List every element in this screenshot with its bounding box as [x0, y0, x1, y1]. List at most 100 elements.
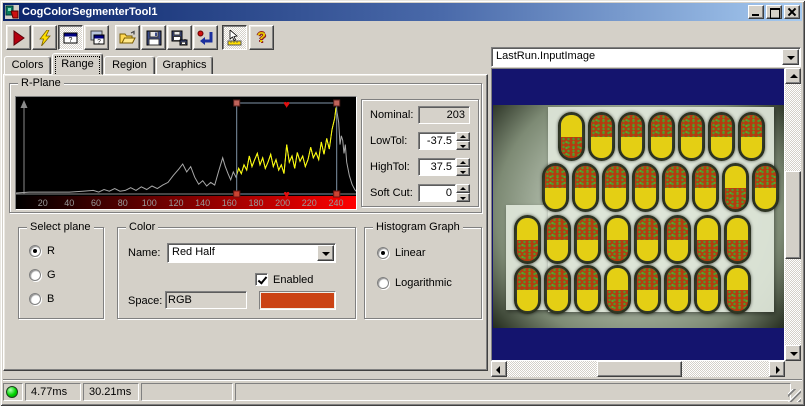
trigger-lightning-icon: [38, 29, 51, 46]
close-button[interactable]: [784, 5, 800, 19]
pill-pocket: [752, 163, 779, 212]
softcut-input[interactable]: 0: [418, 184, 456, 202]
capsule-half: [591, 115, 612, 137]
radio-linear[interactable]: [377, 247, 389, 259]
hightol-spin-down[interactable]: [456, 167, 470, 176]
hightol-input[interactable]: 37.5: [418, 158, 456, 176]
chevron-down-icon[interactable]: [782, 49, 799, 65]
save-as-button[interactable]: [167, 25, 192, 50]
arrow-down-icon: [790, 352, 798, 356]
tab-range[interactable]: Range: [52, 53, 103, 75]
radio-plane-g[interactable]: [29, 269, 41, 281]
run-button[interactable]: [6, 25, 31, 50]
scroll-left-button[interactable]: [491, 361, 507, 377]
scroll-up-button[interactable]: [785, 68, 801, 84]
window-title: CogColorSegmenterTool1: [22, 6, 158, 18]
revert-button[interactable]: [193, 25, 218, 50]
status-led: [6, 386, 18, 398]
save-as-icon: [171, 30, 188, 45]
range-tab-page: R-Plane 20 40 60 80 100 120 140 160 180 200 220 240…: [3, 74, 488, 371]
capsule: [591, 115, 612, 158]
pill-pocket: [618, 112, 645, 161]
nominal-label: Nominal:: [370, 109, 414, 121]
capsule-half: [547, 218, 568, 240]
capsule: [547, 218, 568, 261]
minimize-button[interactable]: [748, 5, 764, 19]
chevron-down-icon[interactable]: [317, 245, 334, 261]
save-button[interactable]: [141, 25, 166, 50]
lowtol-spin-up[interactable]: [456, 132, 470, 141]
tab-region[interactable]: Region: [104, 56, 155, 75]
capsule-half: [577, 239, 598, 261]
capsule-half: [665, 166, 686, 188]
tab-graphics[interactable]: Graphics: [156, 56, 213, 75]
hightol-spin-up[interactable]: [456, 158, 470, 167]
capsule-half: [635, 166, 656, 188]
vertical-scrollbar[interactable]: [785, 68, 801, 361]
tab-colors[interactable]: Colors: [4, 56, 51, 75]
capsule-half: [697, 239, 718, 261]
softcut-spin-up[interactable]: [456, 184, 470, 193]
tab-label: Graphics: [162, 59, 207, 71]
capsule-half: [607, 218, 628, 240]
horizontal-scrollbar[interactable]: [491, 361, 785, 377]
help-button[interactable]: ?: [249, 25, 274, 50]
lowtol-row: LowTol: -37.5: [362, 132, 478, 152]
scrollbar-corner: [785, 361, 801, 377]
capsule: [665, 166, 686, 209]
open-file-button[interactable]: [115, 25, 140, 50]
capsule-half: [517, 289, 538, 311]
pill-pocket: [664, 265, 691, 314]
maximize-button[interactable]: [766, 5, 782, 19]
electrode-window-icon: ?: [63, 32, 77, 44]
floating-window-button[interactable]: ?: [84, 25, 109, 50]
rplane-group: R-Plane 20 40 60 80 100 120 140 160 180 200 220 240…: [9, 77, 482, 213]
nominal-value: 203: [418, 106, 470, 124]
histogram-canvas[interactable]: 20 40 60 80 100 120 140 160 180 200 220 240♥♥: [15, 97, 357, 209]
lowtol-input[interactable]: -37.5: [418, 132, 456, 150]
resize-grip[interactable]: [788, 389, 801, 402]
pill-pocket: [724, 265, 751, 314]
status-panel-3: [141, 383, 233, 401]
capsule-half: [561, 136, 582, 158]
radio-plane-r[interactable]: [29, 245, 41, 257]
enabled-checkbox[interactable]: [255, 273, 268, 286]
status-led-panel: [3, 383, 23, 401]
capsule: [697, 218, 718, 261]
capsule-half: [711, 115, 732, 137]
radio-logarithmic[interactable]: [377, 277, 389, 289]
select-plane-title: Select plane: [27, 221, 94, 233]
capsule-half: [695, 187, 716, 209]
pill-pocket: [574, 265, 601, 314]
horizontal-scroll-thumb[interactable]: [597, 361, 682, 377]
status-panel-4: [235, 383, 791, 401]
capsule-half: [697, 218, 718, 240]
pill-pocket: [694, 215, 721, 264]
vertical-scroll-thumb[interactable]: [785, 171, 801, 259]
image-source-combobox[interactable]: LastRun.InputImage: [491, 47, 801, 67]
svg-text:140: 140: [195, 198, 210, 208]
softcut-spin-down[interactable]: [456, 193, 470, 202]
histogram-display[interactable]: 20 40 60 80 100 120 140 160 180 200 220 240 ♥ ♥: [15, 96, 357, 210]
scroll-right-button[interactable]: [769, 361, 785, 377]
pointer-tool-button[interactable]: [222, 25, 247, 50]
radio-plane-b[interactable]: [29, 293, 41, 305]
scroll-down-button[interactable]: [785, 345, 801, 361]
capsule: [755, 166, 776, 209]
color-name-combobox[interactable]: Red Half: [167, 243, 336, 263]
capsule-half: [545, 166, 566, 188]
trigger-button[interactable]: [32, 25, 57, 50]
capsule-half: [607, 289, 628, 311]
lowtol-spin-down[interactable]: [456, 141, 470, 150]
color-swatch[interactable]: [259, 291, 336, 310]
pill-pocket: [678, 112, 705, 161]
title-bar[interactable]: CogColorSegmenterTool1: [3, 3, 802, 21]
pill-pocket: [662, 163, 689, 212]
radio-plane-b-label: B: [47, 293, 55, 305]
capsule: [517, 268, 538, 311]
image-viewport[interactable]: [491, 68, 785, 361]
capsule-half: [607, 239, 628, 261]
electrode-window-button[interactable]: ?: [58, 25, 83, 50]
capsule-half: [727, 239, 748, 261]
pill-pocket: [694, 265, 721, 314]
